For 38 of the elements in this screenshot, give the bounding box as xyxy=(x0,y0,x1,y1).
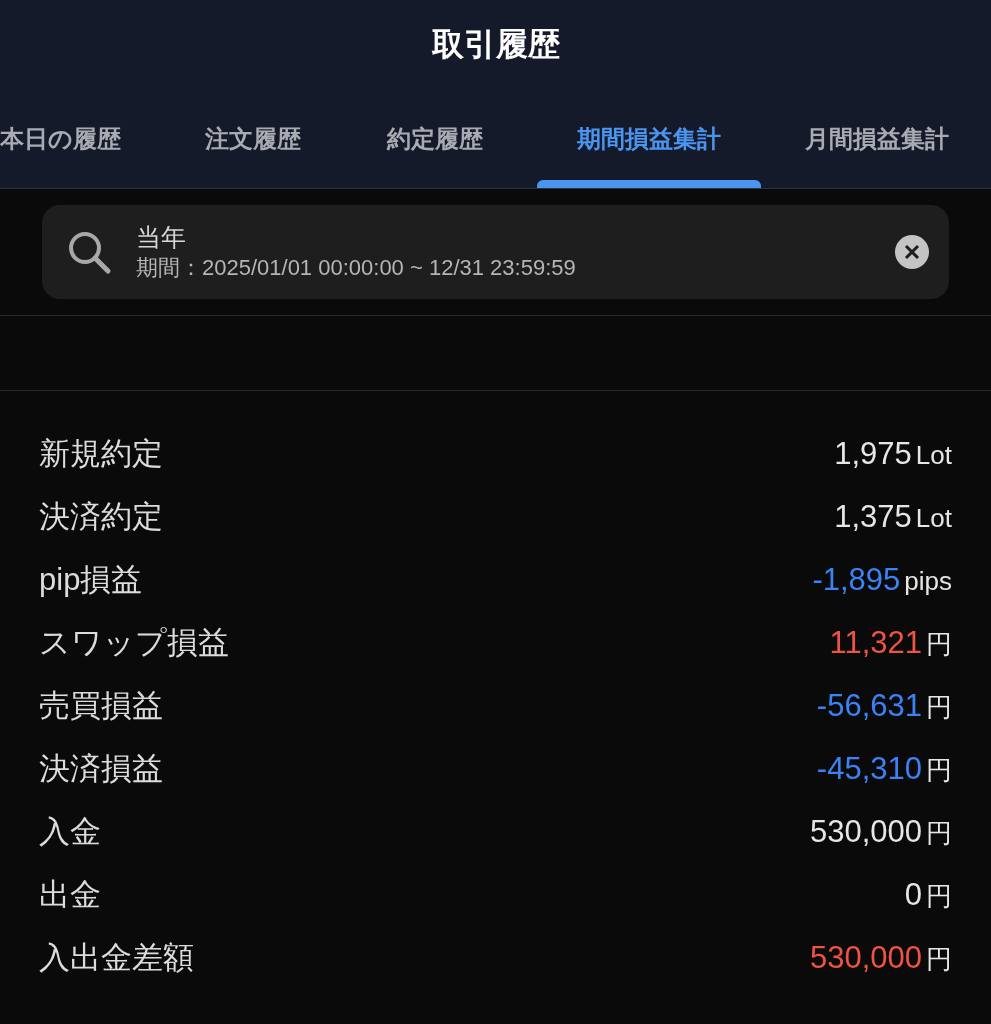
tab[interactable]: 注文履歴 xyxy=(165,90,341,188)
row-label: 決済損益 xyxy=(39,750,163,789)
page-title: 取引履歴 xyxy=(431,26,560,62)
row-value: -1,895 xyxy=(812,562,901,598)
row-label: 売買損益 xyxy=(39,687,163,726)
row-label: pip損益 xyxy=(39,561,143,600)
row-value: 11,321 xyxy=(829,625,922,661)
row-label: 新規約定 xyxy=(39,435,163,474)
tab[interactable]: 約定履歴 xyxy=(347,90,523,188)
unit-label: 円 xyxy=(926,818,952,849)
filter-title: 当年 xyxy=(136,222,187,254)
unit-label: 円 xyxy=(926,755,952,786)
row-label: 決済約定 xyxy=(39,498,163,537)
row-value: 530,000 xyxy=(809,814,922,850)
row-value: -56,631 xyxy=(816,688,922,724)
row-label: 出金 xyxy=(39,876,101,915)
search-icon xyxy=(66,229,112,275)
unit-label: Lot xyxy=(915,440,952,471)
row-value: 1,975 xyxy=(834,436,912,472)
unit-label: pips xyxy=(904,566,952,597)
row-value: 0 xyxy=(904,877,922,913)
tab[interactable]: 月間損益集計 xyxy=(765,90,989,188)
search-field[interactable]: 当年 期間：2025/01/01 00:00:00 ~ 12/31 23:59:59 xyxy=(42,205,949,299)
row-value: -45,310 xyxy=(816,751,922,787)
period-text: 期間：2025/01/01 00:00:00 ~ 12/31 23:59:59 xyxy=(136,253,577,282)
tab[interactable]: 本日の履歴 xyxy=(0,90,161,188)
row-label: スワップ損益 xyxy=(39,624,229,663)
unit-label: 円 xyxy=(926,881,952,912)
clear-icon[interactable] xyxy=(895,235,929,269)
unit-label: 円 xyxy=(926,629,952,660)
unit-label: Lot xyxy=(915,503,952,534)
row-label: 入金 xyxy=(39,813,101,852)
row-value: 530,000 xyxy=(809,940,922,976)
tab[interactable]: 期間損益集計 xyxy=(537,90,761,188)
row-label: 入出金差額 xyxy=(39,939,194,978)
unit-label: 円 xyxy=(926,944,952,975)
unit-label: 円 xyxy=(926,692,952,723)
row-value: 1,375 xyxy=(834,499,912,535)
